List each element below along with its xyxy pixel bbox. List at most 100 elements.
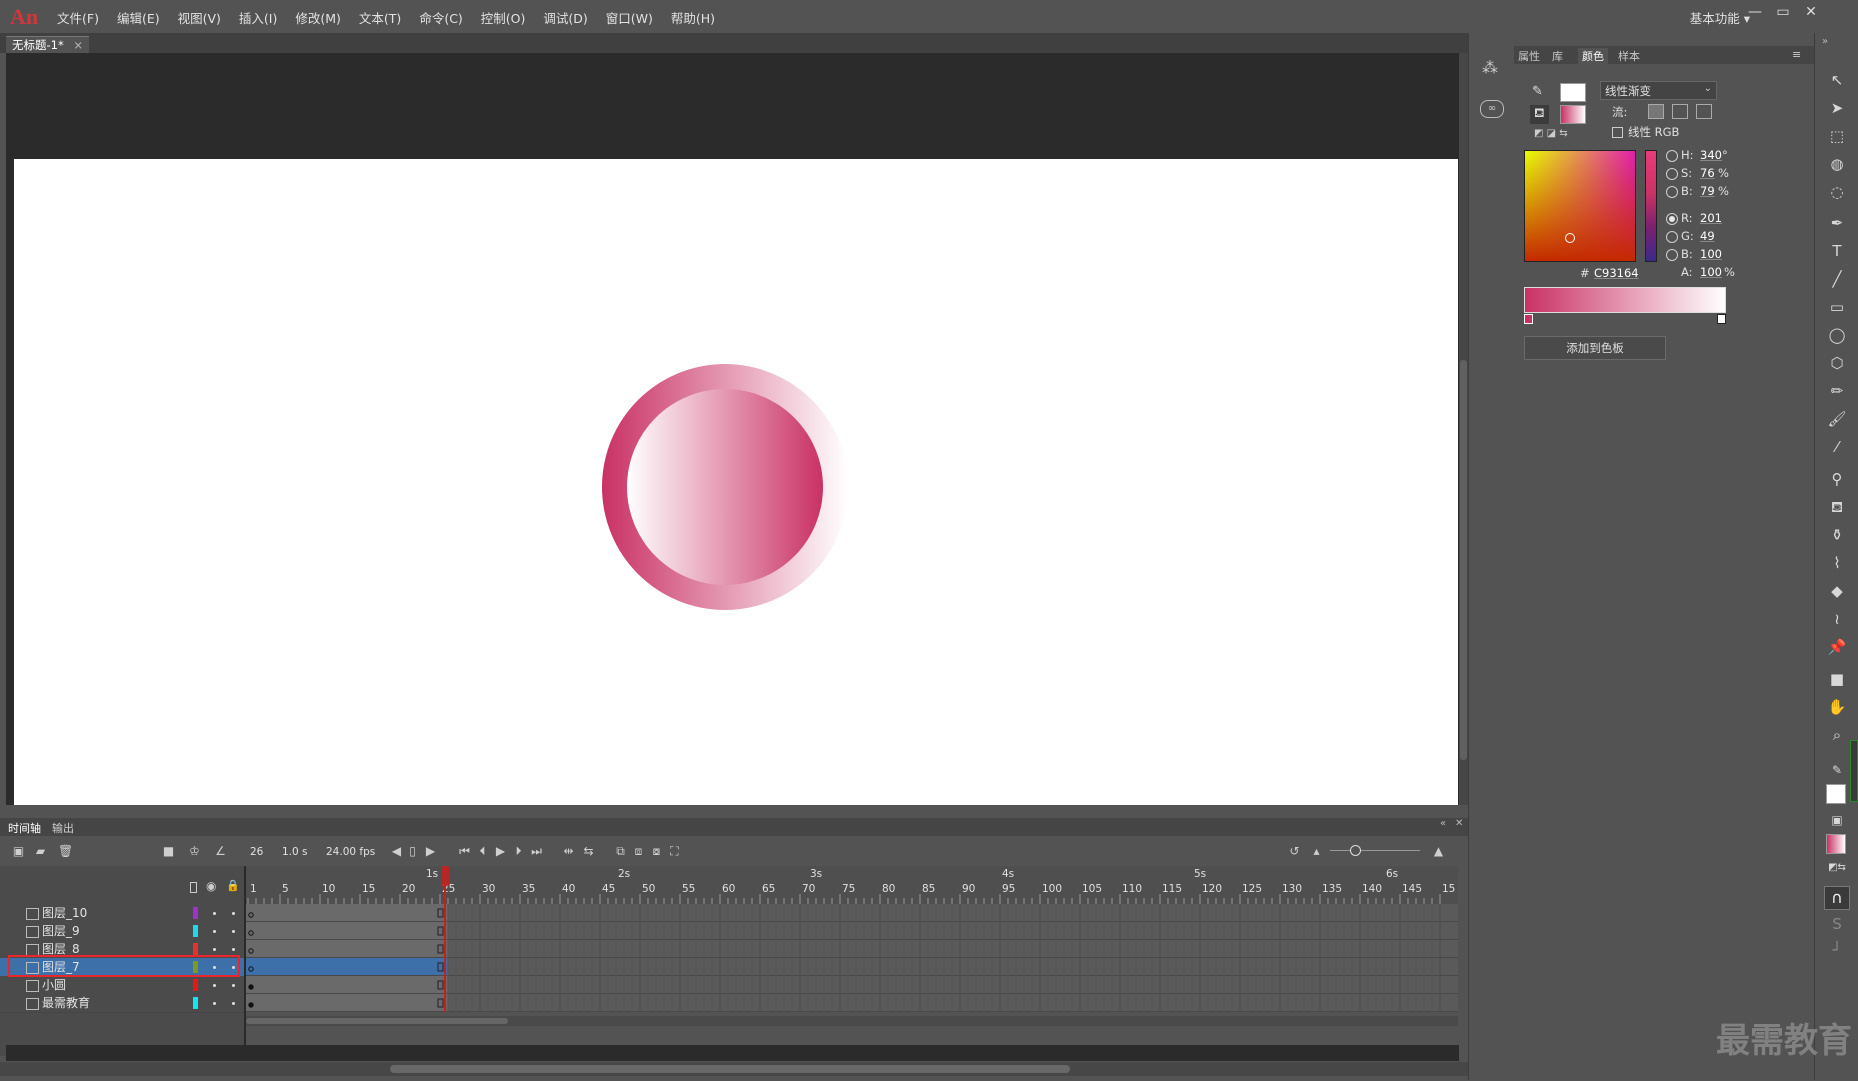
hue-radio[interactable] bbox=[1666, 150, 1678, 162]
layer-name[interactable]: 图层_10 bbox=[42, 904, 87, 922]
eyedropper-tool-icon[interactable]: ⌇ bbox=[1827, 553, 1847, 573]
tab-color[interactable]: 颜色 bbox=[1578, 48, 1608, 64]
add-to-swatches-button[interactable]: 添加到色板 bbox=[1524, 336, 1666, 360]
previous-frame-icon[interactable]: ⏴ bbox=[476, 845, 489, 858]
brightness-radio[interactable] bbox=[1666, 186, 1678, 198]
undo-icon[interactable]: ↺ bbox=[1288, 845, 1301, 858]
saturation-brightness-field[interactable] bbox=[1524, 150, 1636, 262]
workspace-switcher[interactable]: 基本功能 ▾ bbox=[1690, 8, 1750, 27]
lock-toggle[interactable] bbox=[232, 912, 235, 915]
alpha-value[interactable]: 100 bbox=[1700, 265, 1722, 279]
red-value[interactable]: 201 bbox=[1700, 211, 1722, 225]
tab-output[interactable]: 输出 bbox=[52, 820, 74, 836]
menu-modify[interactable]: 修改(M) bbox=[286, 8, 350, 27]
flow-repeat-button[interactable] bbox=[1696, 104, 1712, 119]
color-picker-cursor[interactable] bbox=[1565, 233, 1575, 243]
stage[interactable] bbox=[14, 159, 1458, 805]
oval-tool-icon[interactable]: ◯ bbox=[1827, 325, 1847, 345]
collapse-tools-icon[interactable]: » bbox=[1822, 36, 1828, 47]
green-value[interactable]: 49 bbox=[1700, 229, 1715, 243]
lock-toggle[interactable] bbox=[232, 1002, 235, 1005]
paint-brush-tool-icon[interactable]: 🖌 bbox=[1827, 409, 1847, 429]
playhead[interactable] bbox=[444, 866, 446, 1012]
layer-row[interactable]: 小圆 bbox=[0, 976, 244, 995]
frame-rate[interactable]: 24.00 fps bbox=[326, 846, 375, 858]
layer-outline-color[interactable] bbox=[193, 997, 198, 1009]
straighten-icon[interactable]: ┘ bbox=[1827, 940, 1847, 960]
flow-reflect-button[interactable] bbox=[1672, 104, 1688, 119]
step-back-icon[interactable]: ◀ bbox=[390, 845, 403, 858]
3d-rotation-tool-icon[interactable]: ◍ bbox=[1827, 154, 1847, 174]
polystar-tool-icon[interactable]: ⬡ bbox=[1827, 353, 1847, 373]
stage-vertical-scroll-thumb[interactable] bbox=[1460, 360, 1467, 760]
flow-extend-button[interactable] bbox=[1648, 104, 1664, 119]
layer-parenting-icon[interactable]: ♔ bbox=[188, 845, 201, 858]
elapsed-time[interactable]: 1.0 s bbox=[282, 846, 308, 858]
close-icon[interactable]: × bbox=[73, 38, 83, 52]
menu-help[interactable]: 帮助(H) bbox=[662, 8, 724, 27]
text-tool-icon[interactable]: T bbox=[1827, 241, 1847, 261]
stroke-color-tool-swatch[interactable] bbox=[1826, 784, 1846, 804]
layer-outline-color[interactable] bbox=[193, 943, 198, 955]
minimize-button[interactable]: — bbox=[1744, 4, 1766, 24]
fill-color-tool-swatch[interactable] bbox=[1826, 834, 1846, 854]
trash-icon[interactable]: 🗑 bbox=[58, 845, 73, 858]
loop-icon[interactable]: ⇹ bbox=[562, 845, 575, 858]
snap-to-objects-icon[interactable]: ∩ bbox=[1824, 886, 1850, 910]
tab-timeline[interactable]: 时间轴 bbox=[8, 820, 41, 836]
layer-name[interactable]: 最需教育 bbox=[42, 994, 90, 1012]
frame-ruler[interactable]: 1 5 10 15 20 25 30 35 40 45 50 55 60 65 70 75 80 85 90 95 10… bbox=[246, 866, 1458, 904]
layer-outline-color[interactable] bbox=[193, 907, 198, 919]
menu-edit[interactable]: 编辑(E) bbox=[108, 8, 169, 27]
onion-skin-outline-icon[interactable]: ⧈ bbox=[632, 845, 645, 858]
hue-value[interactable]: 340 bbox=[1700, 148, 1722, 162]
fill-type-select[interactable]: 线性渐变 ⌄ bbox=[1600, 81, 1717, 100]
ink-bottle-tool-icon[interactable]: ⚱ bbox=[1827, 525, 1847, 545]
play-icon[interactable]: ▶ bbox=[494, 845, 507, 858]
zoom-slider[interactable] bbox=[1330, 850, 1420, 851]
loop-range-icon[interactable]: ⇆ bbox=[582, 845, 595, 858]
paint-bucket-icon[interactable]: ⛾ bbox=[1530, 105, 1549, 124]
modify-markers-icon[interactable]: ⛶ bbox=[668, 845, 681, 858]
visibility-toggle[interactable] bbox=[213, 948, 216, 951]
hex-value[interactable]: C93164 bbox=[1594, 266, 1639, 280]
go-to-first-frame-icon[interactable]: ⏮ bbox=[458, 845, 471, 858]
hand-tool-icon[interactable]: ✋ bbox=[1827, 697, 1847, 717]
visibility-toggle[interactable] bbox=[213, 912, 216, 915]
lock-toggle[interactable] bbox=[232, 930, 235, 933]
fill-color-tool-icon[interactable]: ▣ bbox=[1827, 810, 1847, 830]
width-tool-icon[interactable]: ≀ bbox=[1827, 609, 1847, 629]
inner-circle[interactable] bbox=[627, 389, 823, 585]
layer-name[interactable]: 小圆 bbox=[42, 976, 66, 994]
layer-row[interactable]: 最需教育 bbox=[0, 994, 244, 1013]
edit-multiple-frames-icon[interactable]: ⧇ bbox=[650, 845, 663, 858]
menu-view[interactable]: 视图(V) bbox=[169, 8, 230, 27]
cc-libraries-icon[interactable]: ∞ bbox=[1480, 100, 1504, 118]
bone-tool-icon[interactable]: ⚲ bbox=[1827, 469, 1847, 489]
swap-colors-icon[interactable]: ◩ ◪ ⇆ bbox=[1534, 128, 1568, 139]
visibility-toggle[interactable] bbox=[213, 930, 216, 933]
swap-colors-tool-icon[interactable]: ◩⇆ bbox=[1827, 858, 1847, 878]
layer-row[interactable]: 图层_9 bbox=[0, 922, 244, 941]
asset-warp-tool-icon[interactable]: 📌 bbox=[1827, 637, 1847, 657]
lock-icon[interactable]: 🔒 bbox=[226, 879, 240, 892]
frame-grid[interactable] bbox=[246, 904, 1458, 1012]
paint-bucket-tool-icon[interactable]: ⛾ bbox=[1827, 497, 1847, 517]
zoom-slider-handle[interactable] bbox=[1350, 845, 1361, 856]
onion-skin-icon[interactable]: ⧉ bbox=[614, 845, 627, 858]
go-to-last-frame-icon[interactable]: ⏭ bbox=[530, 845, 543, 858]
menu-control[interactable]: 控制(O) bbox=[472, 8, 535, 27]
motion-presets-icon[interactable]: ⁂ bbox=[1482, 58, 1498, 77]
tab-swatches[interactable]: 样本 bbox=[1618, 48, 1640, 64]
menu-file[interactable]: 文件(F) bbox=[48, 8, 108, 27]
red-radio[interactable] bbox=[1666, 213, 1678, 225]
layer-outline-color[interactable] bbox=[193, 925, 198, 937]
eye-icon[interactable]: ◉ bbox=[206, 879, 216, 893]
gradient-stop-right[interactable] bbox=[1717, 314, 1726, 324]
lock-toggle[interactable] bbox=[232, 948, 235, 951]
pencil-tool-icon[interactable]: ✏ bbox=[1827, 381, 1847, 401]
gradient-preview-bar[interactable] bbox=[1524, 287, 1726, 313]
visibility-toggle[interactable] bbox=[213, 1002, 216, 1005]
free-transform-tool-icon[interactable]: ⬚ bbox=[1827, 126, 1847, 146]
menu-commands[interactable]: 命令(C) bbox=[410, 8, 471, 27]
